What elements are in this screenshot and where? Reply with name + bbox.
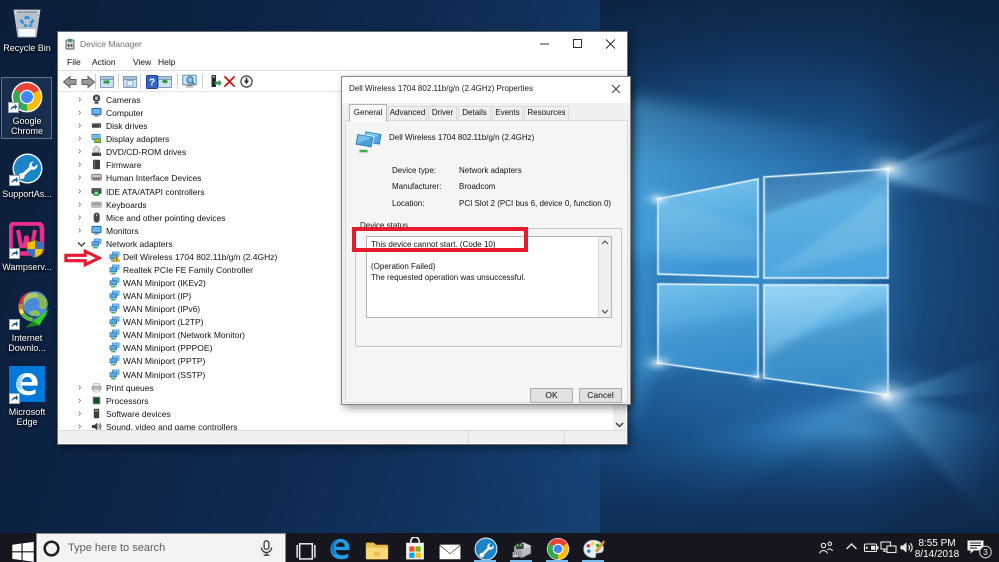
svg-text:?: ? bbox=[149, 78, 155, 89]
svg-text:3: 3 bbox=[983, 547, 988, 557]
